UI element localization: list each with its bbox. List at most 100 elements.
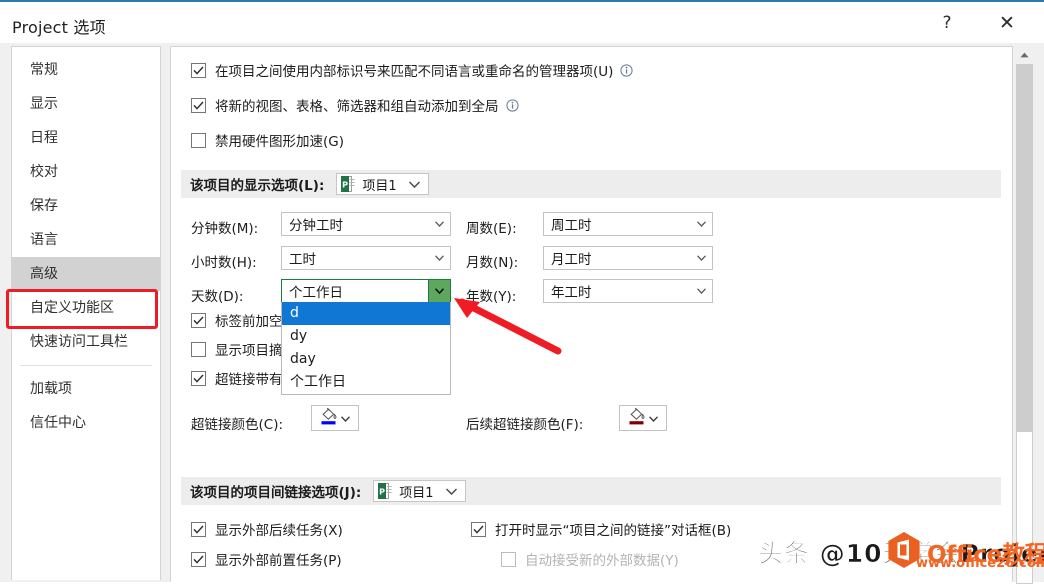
- dropdown-option-day[interactable]: day: [282, 348, 450, 371]
- hyperlink-color-button[interactable]: [311, 405, 359, 431]
- checkbox-match-manager-items[interactable]: 在项目之间使用内部标识号来匹配不同语言或重命名的管理器项(U): [191, 60, 634, 80]
- sidebar-item-label: 语言: [30, 232, 58, 248]
- crossproject-project-name: 项目1: [399, 485, 434, 501]
- minutes-combo[interactable]: 分钟工时: [281, 212, 451, 236]
- sidebar-item-label: 校对: [30, 164, 58, 180]
- hours-label: 小时数(H):: [191, 255, 257, 271]
- sidebar-item-label: 显示: [30, 96, 58, 112]
- days-combo[interactable]: 个工作日: [281, 279, 451, 303]
- project-file-icon: P: [341, 176, 356, 192]
- sidebar-item-label: 常规: [30, 62, 58, 78]
- paint-bucket-icon: [320, 406, 338, 430]
- advanced-options-pane: 在项目之间使用内部标识号来匹配不同语言或重命名的管理器项(U) 将新的视图、表格…: [170, 46, 1013, 582]
- sidebar-item-proofing[interactable]: 校对: [12, 155, 160, 189]
- months-value: 月工时: [551, 252, 592, 268]
- info-icon[interactable]: [620, 63, 634, 77]
- sidebar-item-general[interactable]: 常规: [12, 53, 160, 87]
- checkbox-label: 显示外部前置任务(P): [215, 553, 342, 569]
- weeks-combo[interactable]: 周工时: [543, 212, 713, 236]
- chevron-down-icon: [445, 484, 457, 499]
- checkbox-box: [191, 97, 206, 113]
- checkbox-box: [191, 62, 206, 78]
- dropdown-option-workday[interactable]: 个工作日: [282, 371, 450, 394]
- watermark-office-url: www.office26.com: [916, 556, 1044, 571]
- checkbox-box: [471, 521, 486, 537]
- hours-value: 工时: [289, 252, 316, 268]
- chevron-down-icon: [408, 177, 420, 192]
- checkbox-box: [191, 370, 206, 386]
- minutes-label: 分钟数(M):: [191, 221, 259, 237]
- chevron-down-icon: [428, 221, 450, 227]
- followed-hyperlink-color-label: 后续超链接颜色(F):: [466, 417, 584, 433]
- checkbox-auto-accept-external-data: 自动接受新的外部数据(Y): [501, 549, 679, 569]
- sidebar-item-display[interactable]: 显示: [12, 87, 160, 121]
- checkbox-box: [191, 551, 206, 567]
- followed-hyperlink-color-button[interactable]: [619, 405, 667, 431]
- checkbox-box: [191, 521, 206, 537]
- checkbox-show-external-predecessors[interactable]: 显示外部前置任务(P): [191, 549, 342, 569]
- crossproject-group-header: 该项目的项目间链接选项(J): P 项目1: [181, 477, 1001, 505]
- hyperlink-color-swatch: [321, 421, 336, 425]
- dialog-body: 常规 显示 日程 校对 保存 语言 高级 自定义功能区 快速访问工具栏 加载项 …: [0, 43, 1044, 584]
- info-icon[interactable]: [505, 98, 519, 112]
- crossproject-title: 该项目的项目间链接选项(J):: [190, 485, 362, 501]
- sidebar-item-trust-center[interactable]: 信任中心: [12, 406, 160, 440]
- years-combo[interactable]: 年工时: [543, 279, 713, 303]
- sidebar-item-language[interactable]: 语言: [12, 223, 160, 257]
- checkbox-label: 禁用硬件图形加速(G): [215, 134, 344, 150]
- months-combo[interactable]: 月工时: [543, 246, 713, 270]
- window-title: Project 选项: [12, 18, 106, 37]
- checkbox-label: 将新的视图、表格、筛选器和组自动添加到全局: [215, 99, 499, 115]
- days-dropdown-list[interactable]: d dy day 个工作日: [281, 302, 451, 395]
- sidebar-item-advanced[interactable]: 高级: [12, 257, 160, 291]
- chevron-down-icon: [690, 255, 712, 261]
- followed-hyperlink-color-swatch: [629, 421, 644, 425]
- dropdown-option-d[interactable]: d: [282, 302, 450, 325]
- years-value: 年工时: [551, 285, 592, 301]
- months-label: 月数(N):: [466, 255, 519, 271]
- days-label: 天数(D):: [191, 289, 244, 305]
- help-button[interactable]: ?: [924, 4, 970, 42]
- display-project-selector[interactable]: P 项目1: [336, 173, 429, 195]
- checkbox-show-external-successors[interactable]: 显示外部后续任务(X): [191, 519, 343, 539]
- checkbox-show-links-dialog-on-open[interactable]: 打开时显示“项目之间的链接”对话框(B): [471, 519, 731, 539]
- sidebar-item-save[interactable]: 保存: [12, 189, 160, 223]
- checkbox-disable-hardware-acceleration[interactable]: 禁用硬件图形加速(G): [191, 130, 344, 150]
- sidebar-item-schedule[interactable]: 日程: [12, 121, 160, 155]
- sidebar-item-label: 信任中心: [30, 415, 86, 431]
- checkbox-label: 自动接受新的外部数据(Y): [525, 553, 679, 569]
- svg-text:P: P: [379, 488, 385, 497]
- paint-bucket-icon: [628, 406, 646, 430]
- display-project-name: 项目1: [362, 178, 397, 194]
- sidebar-item-label: 自定义功能区: [30, 300, 114, 316]
- sidebar-item-label: 快速访问工具栏: [30, 334, 128, 350]
- crossproject-project-selector[interactable]: P 项目1: [373, 480, 466, 502]
- display-options-title: 该项目的显示选项(L):: [190, 178, 325, 194]
- sidebar-item-customize-ribbon[interactable]: 自定义功能区: [12, 291, 160, 325]
- checkbox-box: [191, 312, 206, 328]
- chevron-down-icon: [428, 255, 450, 261]
- project-options-dialog: Project 选项 ? ✕ 常规 显示 日程 校对 保存 语言 高级 自定义功…: [0, 0, 1044, 584]
- sidebar-item-quick-access-toolbar[interactable]: 快速访问工具栏: [12, 325, 160, 359]
- vertical-scrollbar[interactable]: [1016, 46, 1033, 584]
- svg-text:P: P: [342, 181, 348, 190]
- checkbox-label: 打开时显示“项目之间的链接”对话框(B): [495, 523, 732, 539]
- sidebar-item-addins[interactable]: 加载项: [12, 372, 160, 406]
- checkbox-box: [501, 551, 516, 567]
- hyperlink-color-label: 超链接颜色(C):: [191, 417, 284, 433]
- days-value: 个工作日: [289, 285, 343, 301]
- checkbox-auto-add-new-views[interactable]: 将新的视图、表格、筛选器和组自动添加到全局: [191, 95, 519, 115]
- title-bar: Project 选项 ? ✕: [0, 2, 1044, 42]
- scroll-up-button[interactable]: [1016, 46, 1033, 64]
- sidebar-item-label: 加载项: [30, 381, 72, 397]
- checkbox-box: [191, 341, 206, 357]
- hours-combo[interactable]: 工时: [281, 246, 451, 270]
- sidebar-item-label: 高级: [30, 266, 58, 282]
- chevron-down-icon[interactable]: [428, 280, 450, 302]
- close-button[interactable]: ✕: [984, 4, 1030, 42]
- checkbox-label: 显示外部后续任务(X): [215, 523, 343, 539]
- dropdown-option-dy[interactable]: dy: [282, 325, 450, 348]
- sidebar-item-label: 保存: [30, 198, 58, 214]
- weeks-value: 周工时: [551, 218, 592, 234]
- weeks-label: 周数(E):: [466, 221, 517, 237]
